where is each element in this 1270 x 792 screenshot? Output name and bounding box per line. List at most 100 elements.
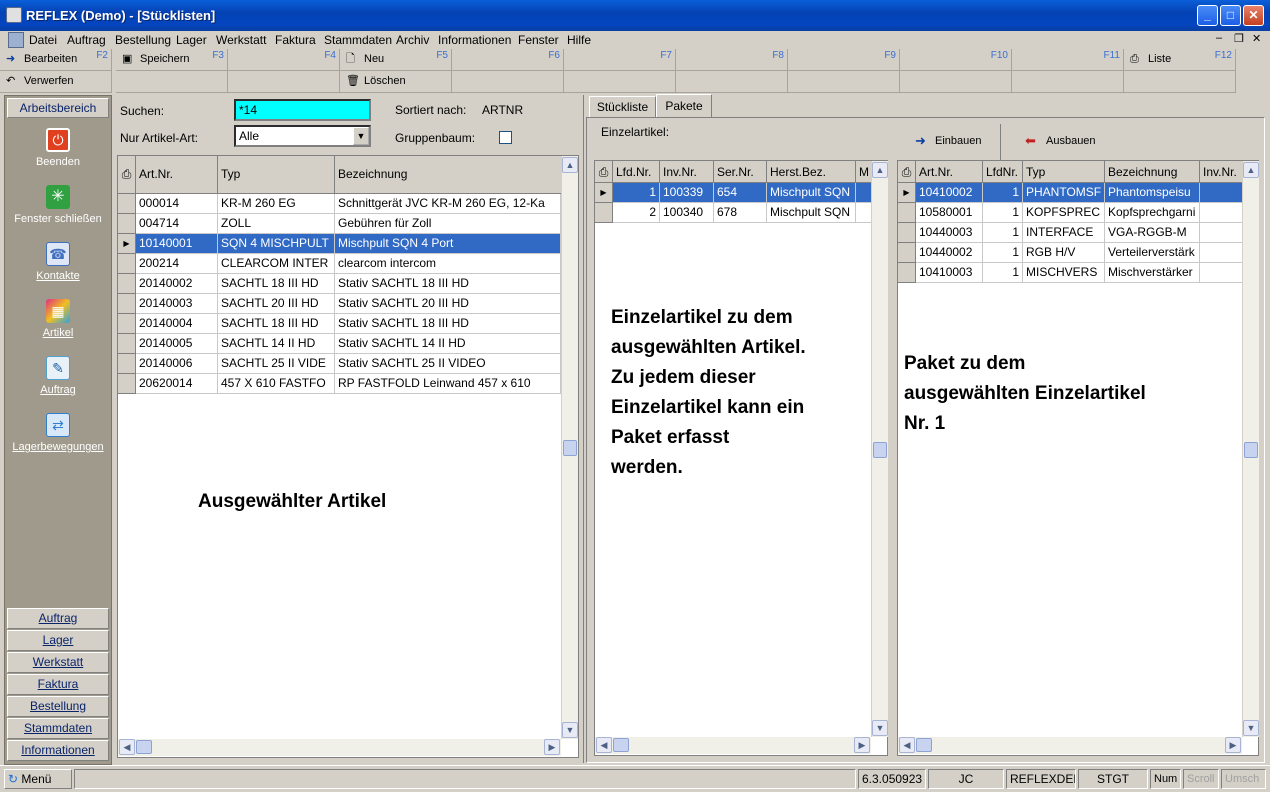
scroll-right-icon[interactable]: ▶ bbox=[1225, 737, 1241, 753]
table-row[interactable]: 10580001 1 KOPFSPREC Kopfsprechgarni bbox=[898, 203, 1242, 223]
menu-datei[interactable]: Datei bbox=[29, 33, 57, 47]
article-type-select[interactable]: Alle ▼ bbox=[234, 125, 371, 147]
paket-vscroll[interactable]: ▲ ▼ bbox=[1242, 161, 1259, 737]
table-row[interactable]: 20140003 SACHTL 20 III HD Stativ SACHTL 20… bbox=[118, 294, 561, 314]
tab-stueckliste[interactable]: Stückliste bbox=[589, 96, 656, 118]
row-selector[interactable]: ▶ bbox=[898, 183, 916, 203]
column-header-bezeichnung[interactable]: Bezeichnung bbox=[335, 156, 561, 194]
menu-auftrag[interactable]: Auftrag bbox=[67, 33, 106, 47]
column-header-lfdnr[interactable]: Lfd.Nr. bbox=[613, 161, 660, 183]
column-header-artnr[interactable]: Art.Nr. bbox=[916, 161, 983, 183]
group-tree-checkbox[interactable] bbox=[499, 131, 512, 144]
nav-bestellung[interactable]: Bestellung bbox=[7, 696, 109, 717]
scroll-up-icon[interactable]: ▲ bbox=[872, 162, 888, 178]
table-row[interactable]: 20140004 SACHTL 18 III HD Stativ SACHTL 18… bbox=[118, 314, 561, 334]
row-selector[interactable] bbox=[118, 354, 136, 374]
scroll-down-icon[interactable]: ▼ bbox=[1243, 720, 1259, 736]
menu-archiv[interactable]: Archiv bbox=[396, 33, 429, 47]
menu-faktura[interactable]: Faktura bbox=[275, 33, 316, 47]
liste-button[interactable]: ⎙ Liste F12 bbox=[1124, 49, 1236, 71]
row-selector[interactable] bbox=[118, 254, 136, 274]
minimize-button[interactable]: _ bbox=[1197, 5, 1218, 26]
menu-informationen[interactable]: Informationen bbox=[438, 33, 511, 47]
nav-lager[interactable]: Lager bbox=[7, 630, 109, 651]
verwerfen-button[interactable]: ↶ Verwerfen bbox=[0, 71, 112, 93]
nav-auftrag[interactable]: Auftrag bbox=[7, 608, 109, 629]
f11-button[interactable]: F11 bbox=[1012, 49, 1124, 71]
f6-button[interactable]: F6 bbox=[452, 49, 564, 71]
row-selector[interactable] bbox=[898, 263, 916, 283]
table-row[interactable]: 10440002 1 RGB H/V Verteilerverstärk bbox=[898, 243, 1242, 263]
toolbar-empty-slot[interactable] bbox=[564, 71, 676, 93]
row-selector[interactable] bbox=[118, 194, 136, 214]
column-header-lfdnr[interactable]: LfdNr. bbox=[983, 161, 1023, 183]
column-header-artnr[interactable]: Art.Nr. bbox=[136, 156, 218, 194]
scroll-thumb[interactable] bbox=[916, 738, 932, 752]
scroll-down-icon[interactable]: ▼ bbox=[562, 722, 578, 738]
toolbar-empty-slot[interactable] bbox=[452, 71, 564, 93]
maximize-button[interactable]: □ bbox=[1220, 5, 1241, 26]
scroll-thumb[interactable] bbox=[563, 440, 577, 456]
row-selector[interactable] bbox=[118, 374, 136, 394]
row-selector[interactable] bbox=[118, 294, 136, 314]
einbauen-button[interactable]: ➜ Einbauen bbox=[898, 124, 1001, 160]
toolbar-empty-slot[interactable] bbox=[900, 71, 1012, 93]
table-row[interactable]: ▶ 10140001 SQN 4 MISCHPULT Mischpult SQN 4 … bbox=[118, 234, 561, 254]
scroll-thumb[interactable] bbox=[1244, 442, 1258, 458]
column-header-typ[interactable]: Typ bbox=[218, 156, 335, 194]
menu-stammdaten[interactable]: Stammdaten bbox=[324, 33, 392, 47]
table-row[interactable]: 200214 CLEARCOM INTER clearcom intercom bbox=[118, 254, 561, 274]
column-header-invnr[interactable]: Inv.Nr. bbox=[1200, 161, 1242, 183]
row-selector[interactable] bbox=[118, 274, 136, 294]
column-header-bezeichnung[interactable]: Bezeichnung bbox=[1105, 161, 1200, 183]
loeschen-button[interactable]: 🗑 Löschen bbox=[340, 71, 452, 93]
nav-werkstatt[interactable]: Werkstatt bbox=[7, 652, 109, 673]
table-row[interactable]: ▶ 1 100339 654 Mischpult SQN bbox=[595, 183, 871, 203]
table-row[interactable]: 004714 ZOLL Gebühren für Zoll bbox=[118, 214, 561, 234]
nav-faktura[interactable]: Faktura bbox=[7, 674, 109, 695]
scroll-left-icon[interactable]: ◀ bbox=[596, 737, 612, 753]
row-selector[interactable]: ▶ bbox=[595, 183, 613, 203]
sidebar-item-fenster-schliessen[interactable]: ✳ Fenster schließen bbox=[5, 185, 111, 229]
scroll-thumb[interactable] bbox=[136, 740, 152, 754]
einzelartikel-hscroll[interactable]: ◀ ▶ bbox=[595, 737, 871, 754]
scroll-up-icon[interactable]: ▲ bbox=[562, 157, 578, 173]
close-button[interactable]: ✕ bbox=[1243, 5, 1264, 26]
scroll-up-icon[interactable]: ▲ bbox=[1243, 162, 1259, 178]
row-selector[interactable] bbox=[898, 203, 916, 223]
sidebar-item-beenden[interactable]: ⏻ Beenden bbox=[5, 128, 111, 172]
toolbar-empty-slot[interactable] bbox=[676, 71, 788, 93]
row-selector[interactable] bbox=[118, 314, 136, 334]
f7-button[interactable]: F7 bbox=[564, 49, 676, 71]
row-selector[interactable] bbox=[898, 243, 916, 263]
mdi-close-icon[interactable]: ✕ bbox=[1252, 32, 1261, 45]
menu-button[interactable]: ↻ Menü bbox=[4, 769, 72, 789]
articles-vscroll[interactable]: ▲ ▼ bbox=[561, 156, 578, 739]
toolbar-empty-slot[interactable] bbox=[1012, 71, 1124, 93]
toolbar-empty-slot[interactable] bbox=[1124, 71, 1236, 93]
sidebar-item-artikel[interactable]: ▦ Artikel bbox=[5, 299, 111, 343]
table-row[interactable]: 20140002 SACHTL 18 III HD Stativ SACHTL 18… bbox=[118, 274, 561, 294]
table-row[interactable]: 20620014 457 X 610 FASTFO RP FASTFOLD Lein… bbox=[118, 374, 561, 394]
row-selector[interactable] bbox=[118, 334, 136, 354]
f8-button[interactable]: F8 bbox=[676, 49, 788, 71]
scroll-down-icon[interactable]: ▼ bbox=[872, 720, 888, 736]
column-header-sernr[interactable]: Ser.Nr. bbox=[714, 161, 767, 183]
sidebar-item-kontakte[interactable]: ☎ Kontakte bbox=[5, 242, 111, 286]
print-icon[interactable]: ⎙ bbox=[898, 161, 916, 183]
app-icon[interactable] bbox=[6, 7, 22, 23]
row-selector[interactable]: ▶ bbox=[118, 234, 136, 254]
scroll-left-icon[interactable]: ◀ bbox=[119, 739, 135, 755]
column-header-herstbez[interactable]: Herst.Bez. bbox=[767, 161, 856, 183]
scroll-left-icon[interactable]: ◀ bbox=[899, 737, 915, 753]
table-row[interactable]: ▶ 10410002 1 PHANTOMSF Phantomspeisu bbox=[898, 183, 1242, 203]
column-header-typ[interactable]: Typ bbox=[1023, 161, 1105, 183]
bearbeiten-button[interactable]: ➜ Bearbeiten F2 bbox=[0, 49, 112, 71]
column-header-m[interactable]: M bbox=[856, 161, 871, 183]
articles-hscroll[interactable]: ◀ ▶ bbox=[118, 739, 561, 756]
toolbar-empty-slot[interactable] bbox=[228, 71, 340, 93]
speichern-button[interactable]: ▣ Speichern F3 bbox=[116, 49, 228, 71]
sidebar-item-auftrag[interactable]: ✎ Auftrag bbox=[5, 356, 111, 400]
row-selector[interactable] bbox=[118, 214, 136, 234]
toolbar-empty-slot[interactable] bbox=[116, 71, 228, 93]
